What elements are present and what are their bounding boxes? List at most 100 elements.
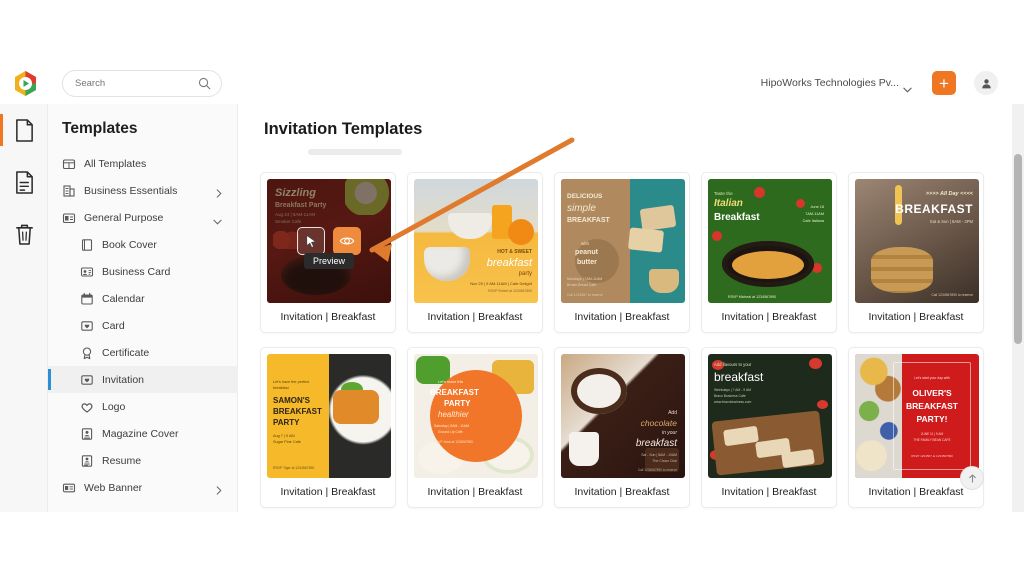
user-avatar-button[interactable] — [974, 71, 998, 95]
search-icon[interactable] — [198, 77, 211, 95]
resume-icon — [80, 454, 94, 468]
sidebar-item-label: General Purpose — [84, 211, 164, 224]
sidebar-item-all-templates[interactable]: All Templates — [48, 150, 238, 177]
template-card-label: Invitation | Breakfast — [280, 311, 376, 323]
template-card[interactable]: Let's have the perfect breakfast SAMON'S BR… — [260, 347, 396, 508]
template-card-label: Invitation | Breakfast — [574, 311, 670, 323]
vertical-scrollbar-track[interactable] — [1012, 104, 1024, 512]
sidebar-item-label: Logo — [102, 400, 126, 413]
calendar-icon — [80, 292, 94, 306]
vertical-scrollbar-thumb[interactable] — [1014, 154, 1022, 344]
sidebar-item-magazine-cover[interactable]: Magazine Cover — [48, 420, 238, 447]
sidebar-title: Templates — [62, 120, 138, 137]
user-avatar-icon — [981, 78, 991, 88]
page-title: Invitation Templates — [264, 120, 423, 138]
template-card[interactable]: HOT & SWEET breakfast party Nov 25 | 9 AM-1… — [407, 172, 543, 333]
template-thumbnail[interactable]: HOT & SWEET breakfast party Nov 25 | 9 AM-1… — [414, 179, 538, 303]
select-template-button[interactable] — [297, 227, 325, 255]
id-card-icon — [80, 265, 94, 279]
template-thumbnail[interactable]: DELICIOUS simple BREAKFAST with peanut butter… — [561, 179, 685, 303]
magazine-icon — [80, 427, 94, 441]
rail-item-trash[interactable] — [0, 208, 48, 260]
sidebar-item-label: Magazine Cover — [102, 427, 179, 440]
sidebar-item-web-banner[interactable]: Web Banner — [48, 474, 238, 501]
grid-templates-icon — [62, 157, 76, 171]
search-box[interactable] — [62, 70, 222, 97]
sidebar-item-label: Invitation — [102, 373, 145, 386]
template-thumbnail[interactable]: >>>> All Day <<<< BREAKFAST Sat & Sun | 8A… — [855, 179, 979, 303]
sidebar-item-card[interactable]: Card — [48, 312, 238, 339]
sidebar-item-label: Certificate — [102, 346, 150, 359]
sidebar: Templates All Templates Business Essentia… — [48, 104, 238, 512]
sidebar-item-general-purpose[interactable]: General Purpose — [48, 204, 238, 231]
sidebar-item-label: Resume — [102, 454, 142, 467]
template-card[interactable]: Sizzling Breakfast Party Aug 24 | 9AM-11AM… — [260, 172, 396, 333]
template-thumbnail[interactable]: Add flavours to your breakfast Weekdays | … — [708, 354, 832, 478]
arrow-up-icon — [968, 473, 976, 483]
add-new-button[interactable]: + — [932, 71, 956, 95]
sidebar-item-label: Book Cover — [102, 238, 157, 251]
sidebar-item-label: Business Card — [102, 265, 171, 278]
template-thumbnail[interactable]: Sizzling Breakfast Party Aug 24 | 9AM-11AM… — [267, 179, 391, 303]
book-icon — [80, 238, 94, 252]
building-icon — [62, 184, 76, 198]
icon-rail — [0, 104, 48, 512]
preview-tooltip: Preview — [303, 253, 355, 269]
trash-icon — [15, 224, 33, 245]
chevron-down-icon[interactable] — [213, 212, 222, 230]
plus-icon: + — [939, 73, 949, 93]
content-area: Invitation Templates Sizzling Breakfast P… — [238, 104, 1012, 512]
sidebar-item-label: Card — [102, 319, 125, 332]
sidebar-item-label: Calendar — [102, 292, 145, 305]
sidebar-item-logo[interactable]: Logo — [48, 393, 238, 420]
sidebar-item-book-cover[interactable]: Book Cover — [48, 231, 238, 258]
sidebar-item-label: All Templates — [84, 157, 147, 170]
template-thumbnail[interactable]: Let's start your day with OLIVER'S BREAKFA… — [855, 354, 979, 478]
sidebar-item-business-card[interactable]: Business Card — [48, 258, 238, 285]
sidebar-item-invitation[interactable]: Invitation — [48, 366, 238, 393]
template-card-label: Invitation | Breakfast — [427, 311, 523, 323]
template-card-label: Invitation | Breakfast — [868, 311, 964, 323]
sidebar-item-business-essentials[interactable]: Business Essentials — [48, 177, 238, 204]
list-card-icon — [62, 211, 76, 225]
chevron-right-icon[interactable] — [216, 185, 222, 203]
template-hover-overlay: Preview — [267, 179, 391, 303]
sidebar-item-certificate[interactable]: Certificate — [48, 339, 238, 366]
template-card[interactable]: Taste the Italian Breakfast June 18 7AM-11AM… — [701, 172, 837, 333]
template-card[interactable]: Add chocolate in your breakfast Sat - Sun | … — [554, 347, 690, 508]
preview-template-button[interactable] — [333, 227, 361, 255]
document-lines-icon — [15, 170, 33, 194]
card-heart-icon — [80, 319, 94, 333]
search-input[interactable] — [75, 78, 185, 89]
scroll-to-top-button[interactable] — [960, 466, 984, 490]
template-thumbnail[interactable]: Let's have the perfect breakfast SAMON'S BR… — [267, 354, 391, 478]
template-card[interactable]: Let's make this BREAKFAST PARTY healthier Sa… — [407, 347, 543, 508]
web-banner-icon — [62, 481, 76, 495]
title-placeholder-bar — [308, 149, 402, 155]
sidebar-item-resume[interactable]: Resume — [48, 447, 238, 474]
chevron-right-icon[interactable] — [216, 482, 222, 500]
template-card-label: Invitation | Breakfast — [280, 486, 376, 498]
template-card-label: Invitation | Breakfast — [868, 486, 964, 498]
certificate-icon — [80, 346, 94, 360]
sidebar-item-calendar[interactable]: Calendar — [48, 285, 238, 312]
eye-icon — [339, 237, 355, 245]
rail-item-documents[interactable] — [0, 104, 48, 156]
template-thumbnail[interactable]: Let's make this BREAKFAST PARTY healthier Sa… — [414, 354, 538, 478]
template-thumbnail[interactable]: Taste the Italian Breakfast June 18 7AM-11AM… — [708, 179, 832, 303]
template-card-label: Invitation | Breakfast — [721, 486, 817, 498]
sidebar-nav: All Templates Business Essentials General … — [48, 150, 238, 501]
hipo-logo-icon[interactable] — [12, 70, 39, 97]
template-card-label: Invitation | Breakfast — [427, 486, 523, 498]
rail-item-files[interactable] — [0, 156, 48, 208]
organization-name[interactable]: HipoWorks Technologies Pv... — [761, 77, 899, 89]
heart-icon — [80, 400, 94, 414]
document-blank-icon — [15, 118, 33, 142]
application-window: HipoWorks Technologies Pv... + — [0, 62, 1024, 512]
invitation-icon — [80, 373, 94, 387]
template-card[interactable]: DELICIOUS simple BREAKFAST with peanut butter… — [554, 172, 690, 333]
chevron-down-icon[interactable] — [903, 80, 912, 98]
template-card[interactable]: Add flavours to your breakfast Weekdays | … — [701, 347, 837, 508]
template-thumbnail[interactable]: Add chocolate in your breakfast Sat - Sun | … — [561, 354, 685, 478]
template-card[interactable]: >>>> All Day <<<< BREAKFAST Sat & Sun | 8A… — [848, 172, 984, 333]
